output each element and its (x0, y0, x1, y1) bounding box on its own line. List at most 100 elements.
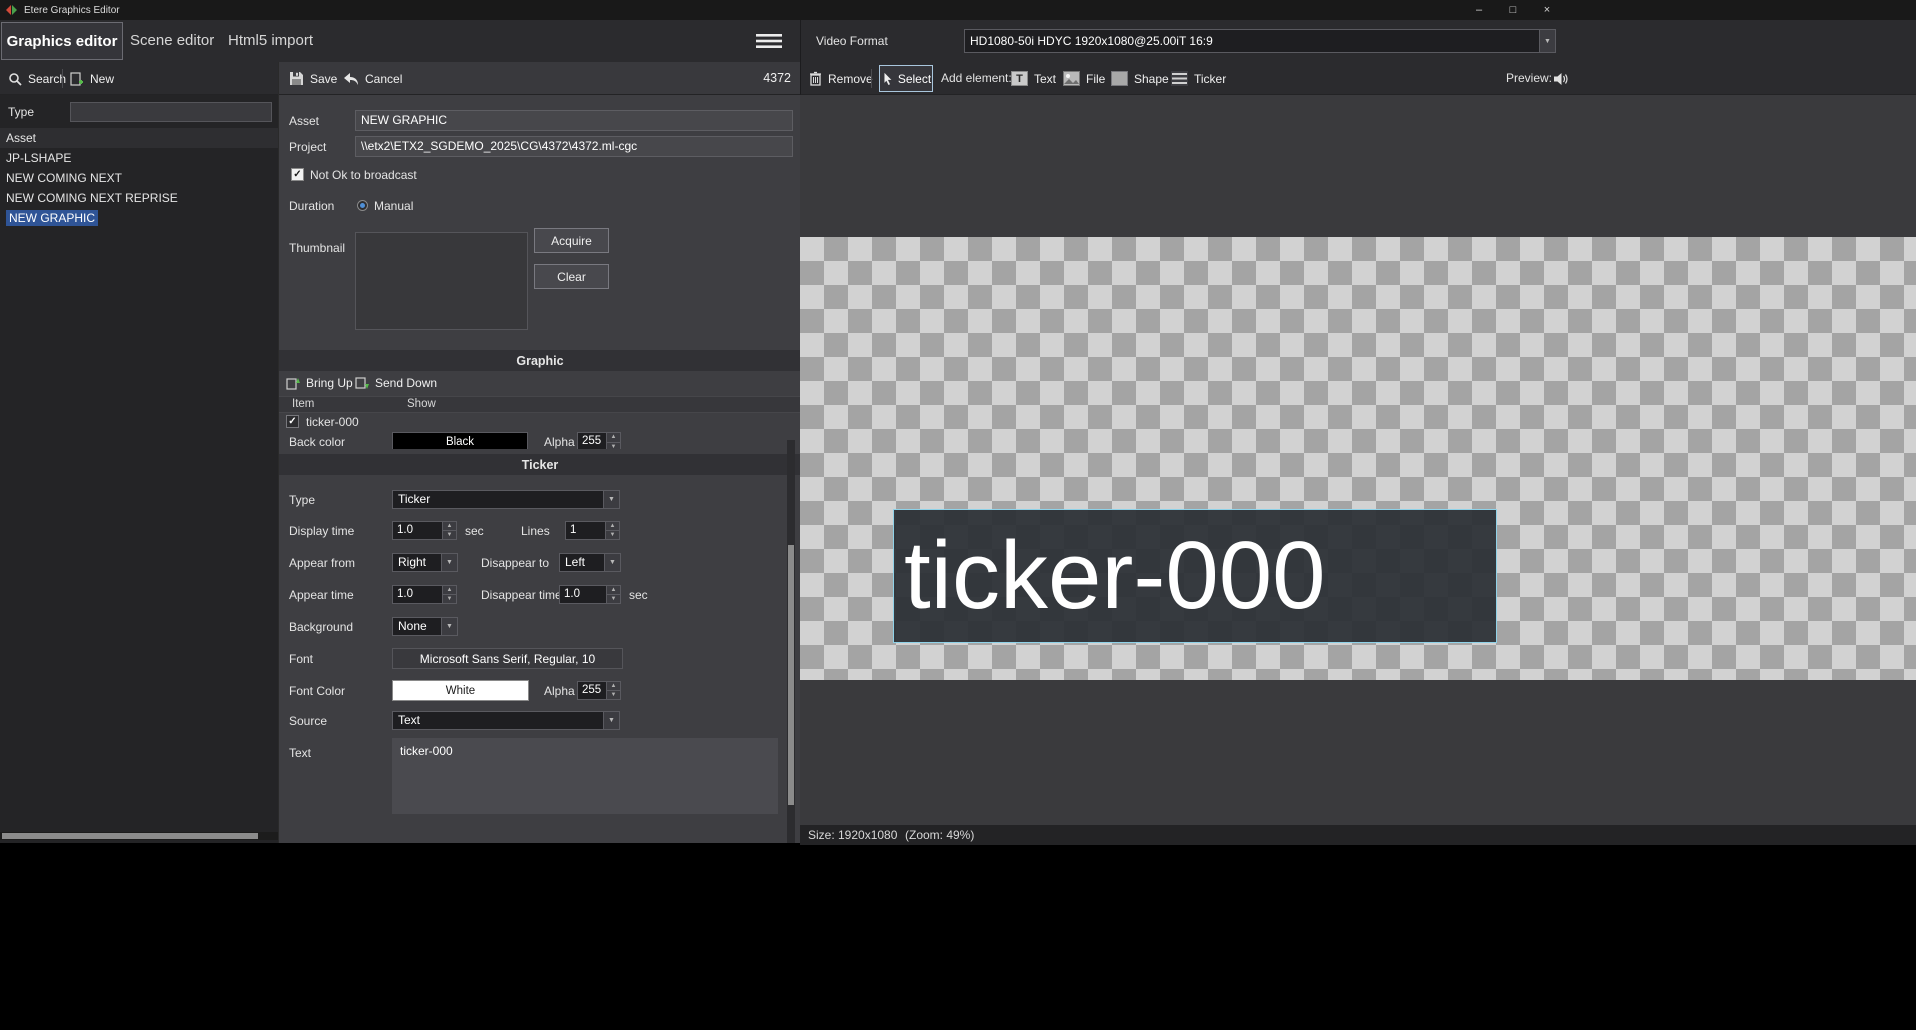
list-item-jp-lshape[interactable]: JP-LSHAPE (0, 148, 278, 168)
chevron-down-icon[interactable]: ▼ (603, 712, 619, 729)
chevron-down-icon[interactable]: ▼ (441, 618, 457, 635)
canvas-statusbar: Size: 1920x1080 (Zoom: 49%) (800, 825, 1916, 845)
tab-graphics-editor[interactable]: Graphics editor (1, 22, 123, 60)
list-item-new-coming-next-reprise[interactable]: NEW COMING NEXT REPRISE (0, 188, 278, 208)
clear-button[interactable]: Clear (534, 264, 609, 289)
new-button[interactable]: New (70, 62, 114, 95)
spinner-up-icon[interactable]: ▲ (606, 522, 619, 531)
background-select[interactable]: None ▼ (392, 617, 458, 636)
back-color-value: Black (446, 436, 474, 448)
speaker-icon[interactable] (1553, 72, 1569, 91)
source-value: Text (393, 712, 603, 729)
select-tool-button[interactable]: Select (879, 65, 933, 92)
ticker-text-input[interactable]: ticker-000 (392, 738, 778, 814)
spinner-up-icon[interactable]: ▲ (607, 586, 620, 595)
spinner-down-icon[interactable]: ▼ (607, 595, 620, 603)
source-label: Source (289, 711, 327, 731)
close-button[interactable]: × (1530, 0, 1564, 20)
maximize-button[interactable]: □ (1496, 0, 1530, 20)
send-down-button[interactable]: Send Down (355, 372, 437, 394)
cancel-label: Cancel (365, 72, 402, 86)
chevron-down-icon[interactable]: ▼ (441, 554, 457, 571)
spinner-up-icon[interactable]: ▲ (443, 586, 456, 595)
new-label: New (90, 72, 114, 86)
add-ticker-button[interactable]: Ticker (1171, 62, 1226, 95)
spinner-down-icon[interactable]: ▼ (443, 531, 456, 539)
list-item-new-coming-next[interactable]: NEW COMING NEXT (0, 168, 278, 188)
ticker-element[interactable]: ticker-000 (893, 509, 1497, 643)
appear-time-value: 1.0 (393, 586, 442, 603)
font-button[interactable]: Microsoft Sans Serif, Regular, 10 (392, 648, 623, 669)
spinner-down-icon[interactable]: ▼ (607, 691, 620, 699)
list-item-new-graphic-selected[interactable]: NEW GRAPHIC (0, 208, 278, 228)
ticker-section-header: Ticker (279, 454, 801, 475)
spinner-down-icon[interactable]: ▼ (443, 595, 456, 603)
video-format-select[interactable]: HD1080-50i HDYC 1920x1080@25.00iT 16:9 ▼ (964, 29, 1556, 53)
spinner-down-icon[interactable]: ▼ (606, 531, 619, 539)
font-label: Font (289, 649, 313, 669)
acquire-button[interactable]: Acquire (534, 228, 609, 253)
spinner-buttons[interactable]: ▲▼ (442, 522, 456, 539)
lines-spinner[interactable]: 1 ▲▼ (565, 521, 620, 540)
spinner-buttons[interactable]: ▲▼ (606, 433, 620, 449)
list-item-asset[interactable]: Asset (0, 128, 278, 148)
disappear-to-select[interactable]: Left ▼ (559, 553, 621, 572)
spinner-up-icon[interactable]: ▲ (607, 433, 620, 443)
ticker-type-select[interactable]: Ticker ▼ (392, 490, 620, 509)
graphic-item-row[interactable]: ✓ ticker-000 (279, 413, 801, 432)
menu-icon[interactable] (756, 33, 782, 54)
text-element-icon: T (1011, 71, 1028, 86)
canvas-viewport[interactable]: ticker-000 (800, 95, 1916, 825)
chevron-down-icon[interactable]: ▼ (1539, 30, 1555, 52)
manual-radio[interactable] (357, 200, 368, 211)
editor-vertical-scrollbar[interactable] (787, 440, 795, 843)
add-file-button[interactable]: File (1063, 62, 1105, 95)
scrollbar-thumb[interactable] (788, 545, 794, 805)
font-alpha-spinner[interactable]: 255 ▲▼ (577, 681, 621, 700)
send-down-icon (355, 377, 369, 390)
add-text-button[interactable]: T Text (1011, 62, 1056, 95)
ticker-type-label: Type (289, 490, 315, 510)
scrollbar-thumb[interactable] (2, 833, 258, 839)
show-checkbox[interactable]: ✓ (286, 415, 299, 428)
not-ok-checkbox[interactable]: ✓ (291, 168, 304, 181)
chevron-down-icon[interactable]: ▼ (604, 554, 620, 571)
asset-input[interactable]: NEW GRAPHIC (355, 110, 793, 131)
lines-value: 1 (566, 522, 605, 539)
tab-graphics-editor-label: Graphics editor (7, 33, 118, 50)
save-button[interactable]: Save (289, 62, 337, 95)
appear-from-select[interactable]: Right ▼ (392, 553, 458, 572)
app-logo-icon (6, 4, 18, 16)
canvas-artboard[interactable]: ticker-000 (800, 237, 1916, 680)
project-input[interactable]: \\etx2\ETX2_SGDEMO_2025\CG\4372\4372.ml-… (355, 136, 793, 157)
graphic-section-header: Graphic (279, 350, 801, 371)
source-select[interactable]: Text ▼ (392, 711, 620, 730)
spinner-up-icon[interactable]: ▲ (443, 522, 456, 531)
back-color-swatch[interactable]: Black (392, 432, 528, 449)
spinner-buttons[interactable]: ▲▼ (606, 682, 620, 699)
back-alpha-spinner[interactable]: 255 ▲▼ (577, 432, 621, 449)
display-time-spinner[interactable]: 1.0 ▲▼ (392, 521, 457, 540)
minimize-button[interactable]: – (1462, 0, 1496, 20)
tab-html5-import[interactable]: Html5 import (228, 20, 313, 62)
tab-scene-editor[interactable]: Scene editor (130, 20, 214, 62)
type-filter-input[interactable] (70, 102, 272, 122)
spinner-buttons[interactable]: ▲▼ (605, 522, 619, 539)
add-shape-button[interactable]: Shape (1111, 62, 1169, 95)
cancel-button[interactable]: Cancel (343, 62, 402, 95)
search-button[interactable]: Search (8, 62, 66, 95)
bring-up-button[interactable]: Bring Up (286, 372, 353, 394)
appear-time-spinner[interactable]: 1.0 ▲▼ (392, 585, 457, 604)
spinner-buttons[interactable]: ▲▼ (442, 586, 456, 603)
sidebar-horizontal-scrollbar[interactable] (0, 832, 278, 840)
spinner-down-icon[interactable]: ▼ (607, 443, 620, 450)
spinner-buttons[interactable]: ▲▼ (606, 586, 620, 603)
remove-button[interactable]: Remove (809, 62, 873, 95)
editor-panel: Save Cancel 4372 Asset NEW GRAPHIC Proje… (278, 62, 800, 843)
spinner-up-icon[interactable]: ▲ (607, 682, 620, 691)
font-color-swatch[interactable]: White (392, 680, 529, 701)
chevron-down-icon[interactable]: ▼ (603, 491, 619, 508)
project-label: Project (289, 137, 326, 157)
disappear-time-spinner[interactable]: 1.0 ▲▼ (559, 585, 621, 604)
list-item-label: NEW COMING NEXT REPRISE (6, 191, 178, 205)
